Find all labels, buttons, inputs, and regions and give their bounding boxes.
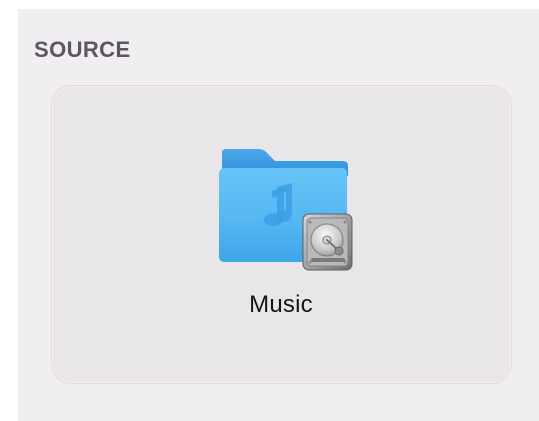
source-panel: SOURCE Music bbox=[0, 0, 539, 421]
source-item-label: Music bbox=[249, 291, 313, 318]
hard-drive-icon bbox=[300, 213, 356, 271]
source-section-title: SOURCE bbox=[34, 37, 131, 62]
